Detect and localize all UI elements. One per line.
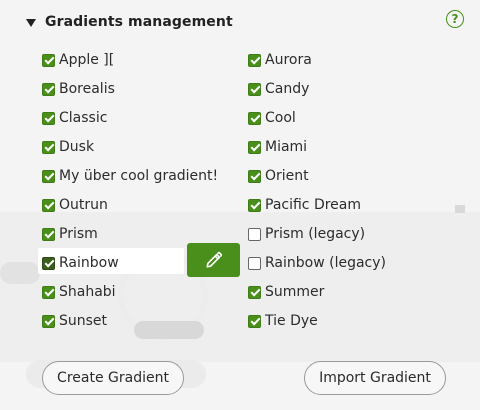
gradient-label: Borealis bbox=[59, 81, 115, 97]
gradient-label: Candy bbox=[265, 81, 310, 97]
create-gradient-button[interactable]: Create Gradient bbox=[42, 361, 184, 395]
gradient-checkbox-item[interactable]: Cool bbox=[248, 107, 296, 129]
gradient-checkbox-item[interactable]: Prism bbox=[42, 223, 98, 245]
checkbox[interactable] bbox=[42, 314, 55, 328]
gradient-label: Outrun bbox=[59, 197, 108, 213]
checkbox[interactable] bbox=[248, 227, 261, 241]
gradient-checkbox-item[interactable]: Rainbow bbox=[42, 252, 119, 274]
checkbox[interactable] bbox=[42, 227, 55, 241]
help-icon[interactable]: ? bbox=[446, 10, 464, 28]
checkbox[interactable] bbox=[42, 198, 55, 212]
gradient-checkbox-item[interactable]: Candy bbox=[248, 78, 309, 100]
gradient-label: Aurora bbox=[265, 52, 312, 68]
gradient-checkbox-item[interactable]: Classic bbox=[42, 107, 107, 129]
gradient-label: My über cool gradient! bbox=[59, 168, 219, 184]
gradient-label: Rainbow bbox=[59, 255, 119, 271]
checkbox[interactable] bbox=[248, 256, 261, 270]
gradient-checkbox-item[interactable]: Sunset bbox=[42, 310, 107, 332]
background-shape bbox=[455, 205, 465, 213]
checkbox[interactable] bbox=[248, 169, 261, 183]
edit-gradient-button[interactable] bbox=[187, 243, 240, 277]
gradient-checkbox-item[interactable]: Outrun bbox=[42, 194, 108, 216]
caret-down-icon[interactable] bbox=[26, 18, 36, 27]
checkbox[interactable] bbox=[248, 82, 261, 96]
gradient-label: Shahabi bbox=[59, 284, 116, 300]
gradient-label: Apple ][ bbox=[59, 52, 115, 68]
background-shape bbox=[0, 262, 40, 284]
gradient-checkbox-item[interactable]: Borealis bbox=[42, 78, 115, 100]
gradient-checkbox-item[interactable]: Dusk bbox=[42, 136, 94, 158]
gradient-label: Summer bbox=[265, 284, 325, 300]
gradient-label: Miami bbox=[265, 139, 308, 155]
pencil-icon bbox=[205, 251, 222, 268]
gradient-label: Rainbow (legacy) bbox=[265, 255, 386, 271]
gradient-label: Orient bbox=[265, 168, 309, 184]
checkbox[interactable] bbox=[42, 82, 55, 96]
import-gradient-button[interactable]: Import Gradient bbox=[304, 361, 446, 395]
checkbox[interactable] bbox=[42, 140, 55, 154]
gradient-label: Prism (legacy) bbox=[265, 226, 366, 242]
checkbox[interactable] bbox=[42, 285, 55, 299]
gradient-checkbox-item[interactable]: Tie Dye bbox=[248, 310, 318, 332]
checkbox[interactable] bbox=[42, 169, 55, 183]
gradient-checkbox-item[interactable]: Aurora bbox=[248, 49, 312, 71]
checkbox[interactable] bbox=[42, 53, 55, 67]
gradient-checkbox-item[interactable]: Miami bbox=[248, 136, 307, 158]
checkbox[interactable] bbox=[248, 285, 261, 299]
gradient-label: Cool bbox=[265, 110, 296, 126]
gradient-checkbox-item[interactable]: Orient bbox=[248, 165, 309, 187]
checkbox[interactable] bbox=[248, 198, 261, 212]
gradient-label: Sunset bbox=[59, 313, 108, 329]
gradient-label: Tie Dye bbox=[265, 313, 318, 329]
gradient-label: Classic bbox=[59, 110, 108, 126]
checkbox[interactable] bbox=[42, 256, 55, 270]
gradient-checkbox-item[interactable]: Rainbow (legacy) bbox=[248, 252, 386, 274]
gradient-label: Prism bbox=[59, 226, 98, 242]
gradient-label: Dusk bbox=[59, 139, 95, 155]
gradient-checkbox-item[interactable]: Summer bbox=[248, 281, 324, 303]
gradient-checkbox-item[interactable]: Shahabi bbox=[42, 281, 116, 303]
gradient-checkbox-item[interactable]: Prism (legacy) bbox=[248, 223, 365, 245]
checkbox[interactable] bbox=[248, 140, 261, 154]
checkbox[interactable] bbox=[248, 314, 261, 328]
gradient-label: Pacific Dream bbox=[265, 197, 362, 213]
checkbox[interactable] bbox=[42, 111, 55, 125]
checkbox[interactable] bbox=[248, 53, 261, 67]
background-shape bbox=[134, 321, 204, 339]
gradient-checkbox-item[interactable]: My über cool gradient! bbox=[42, 165, 218, 187]
gradient-checkbox-item[interactable]: Apple ][ bbox=[42, 49, 114, 71]
gradient-checkbox-item[interactable]: Pacific Dream bbox=[248, 194, 361, 216]
checkbox[interactable] bbox=[248, 111, 261, 125]
section-header[interactable]: Gradients management ? bbox=[26, 10, 464, 32]
section-title: Gradients management bbox=[45, 14, 233, 30]
